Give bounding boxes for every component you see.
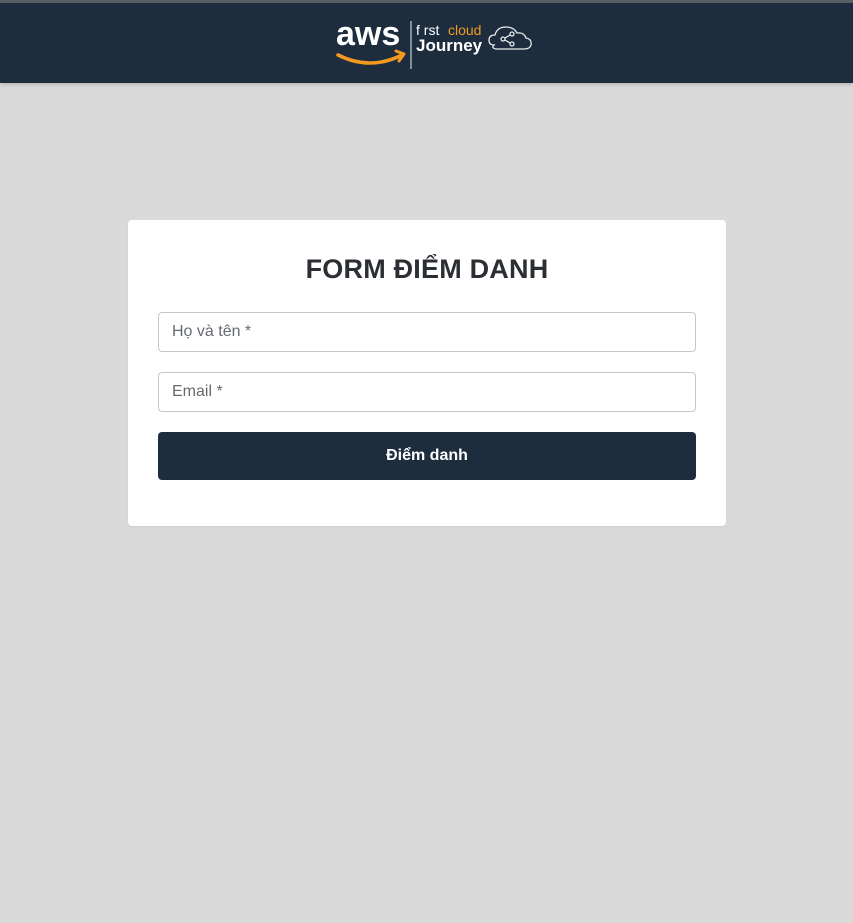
- logo-aws-text: aws: [336, 17, 400, 53]
- logo-journey-text: Journey: [416, 36, 483, 55]
- site-header: aws f rst cloud Journey: [0, 3, 853, 83]
- attendance-submit-button[interactable]: Điểm danh: [158, 432, 696, 480]
- attendance-form-card: FORM ĐIỂM DANH Điểm danh: [128, 220, 726, 526]
- email-input[interactable]: [158, 372, 696, 412]
- cloud-share-icon: [488, 26, 532, 50]
- aws-first-cloud-journey-logo[interactable]: aws f rst cloud Journey: [336, 17, 536, 69]
- form-title: FORM ĐIỂM DANH: [305, 254, 549, 284]
- full-name-input[interactable]: [158, 312, 696, 352]
- aws-smile-icon: [336, 53, 404, 65]
